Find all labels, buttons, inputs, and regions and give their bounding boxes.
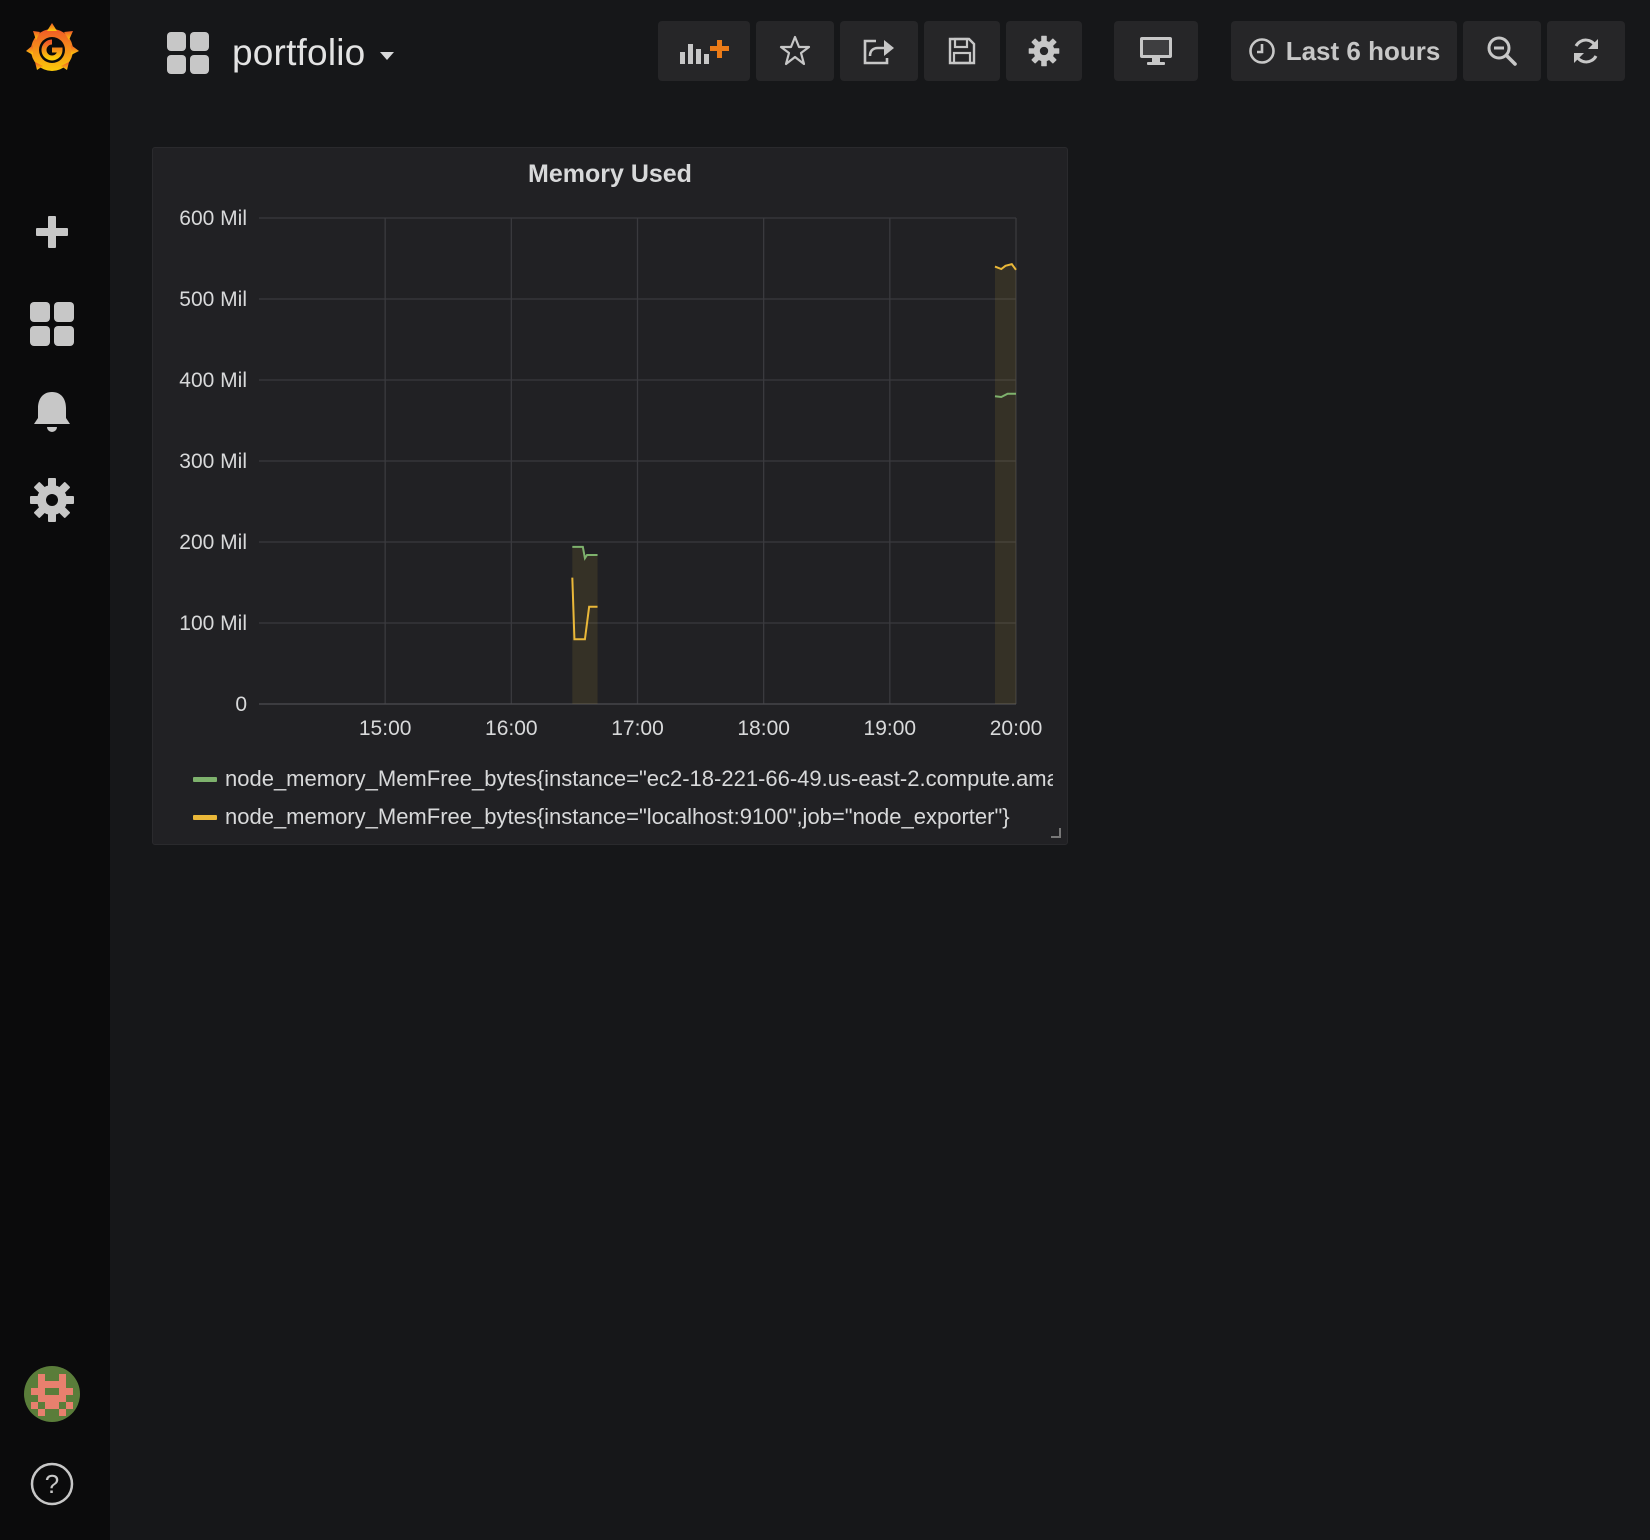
dashboard-picker[interactable]: portfolio [166,22,395,84]
configuration-gear-icon[interactable] [18,466,86,534]
user-avatar[interactable] [18,1360,86,1428]
graph-panel[interactable]: Memory Used 0 100 Mil 200 Mil 300 Mil 400 Mi… [152,147,1068,845]
clock-icon [1248,38,1275,64]
svg-text:?: ? [45,1469,59,1499]
share-dashboard-button[interactable] [840,21,918,81]
data-regions [572,264,1016,704]
dashboard-grid-icon [167,32,209,74]
chart-grid [259,217,1017,705]
sidebar: ? [0,0,110,1540]
legend-swatch-yellow [193,814,217,820]
zoom-out-button[interactable] [1463,21,1541,81]
tv-icon [1140,37,1172,65]
dashboard-title[interactable]: portfolio [232,32,365,74]
x-tick-label: 16:00 [485,717,538,740]
y-tick-label: 400 Mil [179,369,247,392]
time-range-label: Last 6 hours [1285,35,1441,66]
y-tick-label: 200 Mil [179,531,247,554]
gear-icon [1028,35,1060,67]
alerting-bell-icon[interactable] [18,378,86,446]
series-fill-region [994,264,1016,704]
dashboard-settings-button[interactable] [1006,21,1082,81]
star-icon [779,35,811,66]
refresh-icon [1574,38,1598,64]
x-tick-label: 19:00 [864,717,917,740]
legend-label: node_memory_MemFree_bytes{instance="loca… [225,804,1010,829]
cycle-view-mode-button[interactable] [1114,21,1198,81]
legend: node_memory_MemFree_bytes{instance="ec2-… [193,760,1053,836]
legend-label: node_memory_MemFree_bytes{instance="ec2-… [225,766,1053,791]
series-fill-region [572,546,598,704]
x-tick-label: 17:00 [611,717,664,740]
x-axis: 15:00 16:00 17:00 18:00 19:00 20:00 [359,717,1042,740]
x-tick-label: 18:00 [737,717,790,740]
y-tick-label: 500 Mil [179,288,247,311]
legend-swatch-green [193,776,217,782]
help-icon[interactable]: ? [18,1450,86,1518]
grid-icon [30,302,74,346]
y-axis: 0 100 Mil 200 Mil 300 Mil 400 Mil 500 Mil 600 … [179,207,247,716]
refresh-button[interactable] [1547,21,1625,81]
dashboards-icon[interactable] [18,290,86,358]
save-icon [948,37,976,65]
y-tick-label: 600 Mil [179,207,247,230]
zoom-out-icon [1487,36,1517,66]
y-tick-label: 0 [235,693,247,716]
grafana-logo-icon [26,23,79,71]
avatar [24,1366,80,1422]
add-panel-icon [680,40,729,64]
y-tick-label: 300 Mil [179,450,247,473]
panel-resize-handle[interactable] [1051,828,1061,838]
dashboard-navbar: portfolio Last 6 hours [110,0,1650,110]
gear-icon [30,478,74,522]
create-plus-icon[interactable] [18,198,86,266]
save-dashboard-button[interactable] [924,21,1000,81]
question-circle-icon: ? [30,1462,74,1506]
memory-chart[interactable]: 0 100 Mil 200 Mil 300 Mil 400 Mil 500 Mil 600 … [153,148,1067,748]
time-picker-button[interactable]: Last 6 hours [1231,21,1457,81]
caret-down-icon [380,52,395,60]
bell-icon [34,392,70,432]
star-dashboard-button[interactable] [756,21,834,81]
legend-item[interactable]: node_memory_MemFree_bytes{instance="ec2-… [193,760,1053,798]
plus-icon [36,216,68,248]
x-tick-label: 20:00 [990,717,1043,740]
x-tick-label: 15:00 [359,717,412,740]
add-panel-button[interactable] [658,21,750,81]
grafana-logo[interactable] [18,14,86,82]
legend-item[interactable]: node_memory_MemFree_bytes{instance="loca… [193,798,1053,836]
share-icon [863,39,894,65]
series-lines [571,263,1017,641]
y-tick-label: 100 Mil [179,612,247,635]
